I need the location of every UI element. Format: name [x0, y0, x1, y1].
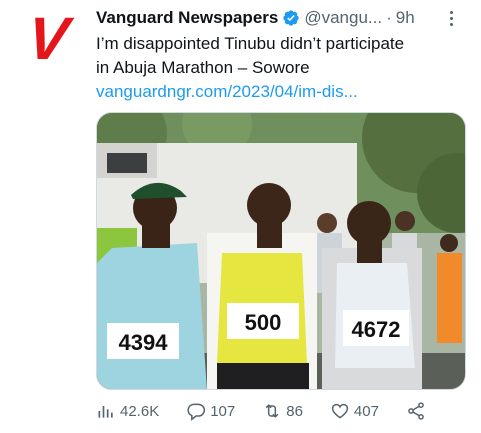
reply-icon: [187, 403, 206, 421]
like-button[interactable]: 407: [330, 401, 379, 421]
reply-button[interactable]: 107: [186, 401, 235, 421]
handle[interactable]: @vangu...: [304, 8, 382, 28]
display-name[interactable]: Vanguard Newspapers: [96, 8, 278, 28]
views-icon: [98, 406, 113, 418]
views-count: 42.6K: [120, 402, 160, 420]
tweet-actions: 42.6K 107 86 407: [96, 398, 426, 424]
like-icon: [331, 403, 349, 419]
tweet-text-line-2: in Abuja Marathon – Sowore: [96, 58, 310, 77]
retweet-icon: [265, 404, 279, 418]
marathon-photo: 4394 500 4672: [97, 113, 465, 389]
tweet-text-line-1: I’m disappointed Tinubu didn’t participa…: [96, 34, 405, 53]
bib-number-right: 4672: [352, 317, 401, 342]
share-button[interactable]: [406, 401, 426, 421]
retweet-count: 86: [286, 402, 303, 420]
bib-number-left: 4394: [119, 330, 169, 355]
like-count: 407: [353, 402, 379, 420]
tweet-text: I’m disappointed Tinubu didn’t participa…: [96, 32, 466, 104]
views-action[interactable]: 42.6K: [96, 401, 159, 421]
vanguard-logo: V: [24, 5, 70, 72]
tweet-photo[interactable]: 4394 500 4672: [96, 112, 466, 390]
more-icon[interactable]: [442, 8, 460, 28]
separator: ·: [386, 8, 392, 27]
avatar[interactable]: V: [18, 5, 76, 72]
share-icon: [408, 402, 424, 420]
timestamp[interactable]: 9h: [396, 8, 415, 28]
verified-badge-icon: [283, 10, 300, 26]
retweet-button[interactable]: 86: [262, 401, 303, 421]
bib-number-center: 500: [245, 310, 282, 335]
tweet-link[interactable]: vanguardngr.com/2023/04/im-dis...: [96, 80, 466, 104]
tweet-header: Vanguard Newspapers @vangu... · 9h: [96, 6, 466, 30]
reply-count: 107: [210, 402, 236, 420]
